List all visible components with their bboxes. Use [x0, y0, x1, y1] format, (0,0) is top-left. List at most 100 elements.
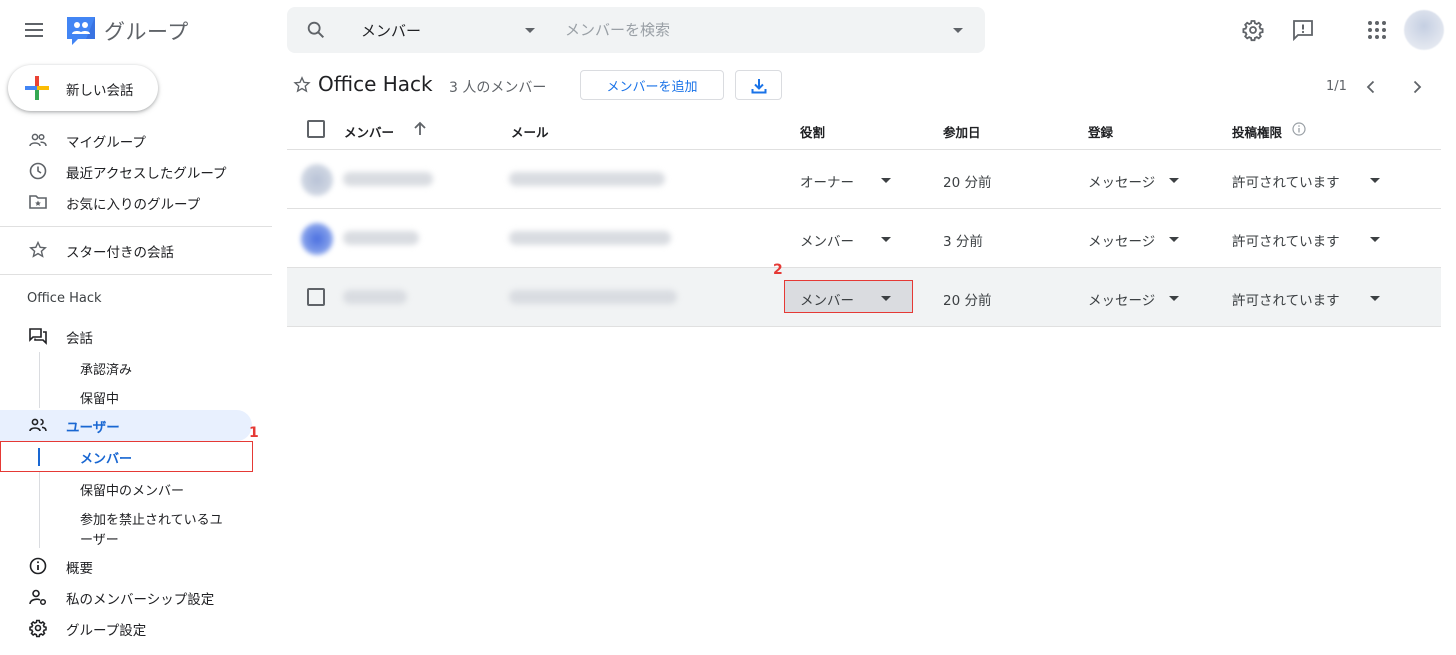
- sidebar-item-conversations[interactable]: 会話: [0, 321, 272, 351]
- posting-value[interactable]: 許可されています: [1232, 289, 1340, 309]
- sidebar-item-users[interactable]: ユーザー: [0, 410, 252, 441]
- posting-dropdown-icon[interactable]: [1370, 296, 1380, 301]
- column-role[interactable]: 役割: [800, 122, 825, 141]
- sidebar-subitem-banned-users-continued[interactable]: ーザー: [80, 529, 119, 548]
- subscription-value[interactable]: メッセージ: [1088, 289, 1155, 309]
- table-header: メンバー メール 役割 参加日 登録 投稿権限: [287, 110, 1441, 150]
- subscription-value[interactable]: メッセージ: [1088, 171, 1155, 191]
- subscription-dropdown-icon[interactable]: [1169, 178, 1179, 183]
- groups-logo-icon: [67, 17, 95, 45]
- search-icon[interactable]: [305, 19, 327, 41]
- role-dropdown-icon[interactable]: [881, 237, 891, 242]
- subscription-dropdown-icon[interactable]: [1169, 237, 1179, 242]
- sidebar-item-label: 最近アクセスしたグループ: [66, 166, 227, 182]
- people-icon: [29, 418, 47, 432]
- member-name-redacted: [343, 290, 407, 304]
- app-title: グループ: [104, 20, 189, 44]
- member-email-redacted: [509, 290, 677, 304]
- previous-page-icon[interactable]: [1362, 78, 1380, 96]
- table-row[interactable]: メンバー 3 分前 メッセージ 許可されています: [287, 209, 1441, 268]
- column-member[interactable]: メンバー: [344, 122, 394, 141]
- column-posting[interactable]: 投稿権限: [1232, 122, 1282, 141]
- subscription-dropdown-icon[interactable]: [1169, 296, 1179, 301]
- account-avatar[interactable]: [1404, 10, 1444, 50]
- sidebar-item-starred[interactable]: スター付きの会話: [0, 235, 272, 265]
- callout-number-2: 2: [773, 262, 783, 278]
- feedback-icon[interactable]: [1291, 18, 1315, 42]
- sidebar-subitem-pending-members[interactable]: 保留中のメンバー: [80, 480, 184, 499]
- plus-icon: [25, 76, 49, 100]
- column-email[interactable]: メール: [511, 122, 549, 141]
- forum-icon: [29, 328, 47, 345]
- sidebar-item-about[interactable]: 概要: [0, 551, 272, 581]
- column-subscription[interactable]: 登録: [1088, 122, 1113, 141]
- active-indicator: [38, 448, 40, 466]
- info-circle-icon[interactable]: [1291, 121, 1307, 137]
- sidebar-subitem-approved[interactable]: 承認済み: [80, 359, 132, 378]
- sidebar-item-recent-groups[interactable]: 最近アクセスしたグループ: [0, 156, 272, 186]
- role-value[interactable]: メンバー: [800, 230, 854, 250]
- avatar: [301, 164, 333, 196]
- member-name-redacted: [343, 172, 433, 186]
- sidebar-item-group-settings[interactable]: グループ設定: [0, 613, 272, 643]
- posting-value[interactable]: 許可されています: [1232, 171, 1340, 191]
- table-row[interactable]: メンバー 20 分前 メッセージ 許可されています: [287, 268, 1441, 327]
- new-conversation-button[interactable]: 新しい会話: [8, 65, 158, 111]
- role-dropdown-icon[interactable]: [881, 296, 891, 301]
- column-joined[interactable]: 参加日: [943, 122, 981, 141]
- posting-dropdown-icon[interactable]: [1370, 237, 1380, 242]
- sidebar-item-my-groups[interactable]: マイグループ: [0, 125, 272, 155]
- role-value[interactable]: メンバー: [800, 289, 854, 309]
- pagination-status: 1/1: [1326, 79, 1347, 94]
- member-name-redacted: [343, 231, 419, 245]
- next-page-icon[interactable]: [1408, 78, 1426, 96]
- member-count: 3 人のメンバー: [449, 80, 547, 96]
- role-dropdown-icon[interactable]: [881, 178, 891, 183]
- sidebar-item-label: 概要: [66, 561, 93, 577]
- tree-line: [39, 352, 40, 408]
- sidebar-item-label: マイグループ: [66, 135, 146, 151]
- search-options-caret-icon[interactable]: [953, 28, 963, 33]
- download-members-button[interactable]: [735, 70, 782, 100]
- star-outline-icon: [29, 240, 47, 258]
- avatar: [301, 223, 333, 255]
- download-icon: [751, 79, 767, 94]
- new-conversation-label: 新しい会話: [66, 83, 134, 99]
- sidebar-subitem-banned-users[interactable]: 参加を禁止されているユ: [80, 509, 223, 528]
- group-section-title: Office Hack: [27, 291, 102, 306]
- clock-icon: [29, 162, 47, 180]
- sidebar-item-label: 会話: [66, 331, 93, 347]
- sort-ascending-icon[interactable]: [411, 120, 429, 138]
- posting-value[interactable]: 許可されています: [1232, 230, 1340, 250]
- apps-grid-icon[interactable]: [1365, 18, 1389, 42]
- callout-number-1: 1: [249, 425, 259, 441]
- main-menu-icon[interactable]: [22, 18, 46, 42]
- gear-icon: [29, 619, 47, 638]
- member-email-redacted: [509, 231, 671, 245]
- search-bar: メンバー: [287, 7, 985, 53]
- sidebar-item-my-membership[interactable]: 私のメンバーシップ設定: [0, 582, 272, 612]
- joined-value: 20 分前: [943, 175, 992, 191]
- sidebar-subitem-pending[interactable]: 保留中: [80, 388, 119, 407]
- add-member-button[interactable]: メンバーを追加: [580, 70, 724, 100]
- folder-star-icon: [29, 195, 47, 209]
- role-value[interactable]: オーナー: [800, 171, 854, 191]
- member-email-redacted: [509, 172, 665, 186]
- sidebar-subitem-members[interactable]: メンバー: [80, 448, 132, 467]
- search-scope-caret-icon[interactable]: [525, 28, 535, 33]
- settings-gear-icon[interactable]: [1241, 18, 1265, 42]
- favorite-star-icon[interactable]: [293, 76, 311, 94]
- sidebar-item-label: スター付きの会話: [66, 245, 174, 261]
- joined-value: 3 分前: [943, 234, 983, 250]
- person-settings-icon: [29, 589, 47, 606]
- search-scope-select[interactable]: メンバー: [361, 20, 421, 41]
- posting-dropdown-icon[interactable]: [1370, 178, 1380, 183]
- table-row[interactable]: オーナー 20 分前 メッセージ 許可されています: [287, 150, 1441, 209]
- sidebar-divider: [0, 226, 272, 227]
- search-input[interactable]: [565, 17, 945, 43]
- sidebar-item-favorite-groups[interactable]: お気に入りのグループ: [0, 187, 272, 217]
- subscription-value[interactable]: メッセージ: [1088, 230, 1155, 250]
- row-checkbox[interactable]: [307, 288, 325, 306]
- top-bar: グループ メンバー: [0, 0, 1456, 60]
- select-all-checkbox[interactable]: [307, 120, 325, 138]
